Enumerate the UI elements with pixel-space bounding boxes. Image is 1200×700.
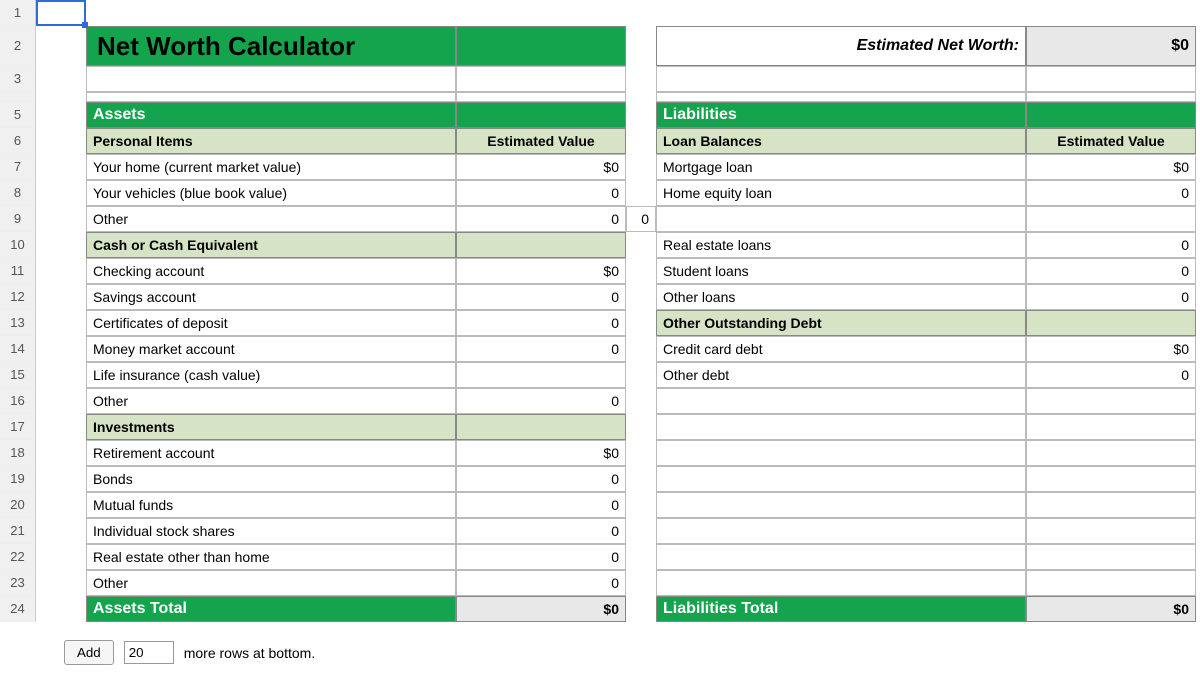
row-header[interactable]: 23	[0, 570, 36, 596]
asset-label[interactable]: Bonds	[86, 466, 456, 492]
row-header[interactable]: 18	[0, 440, 36, 466]
asset-value[interactable]: 0	[456, 388, 626, 414]
row-header[interactable]: 14	[0, 336, 36, 362]
asset-value[interactable]: 0	[456, 466, 626, 492]
row-header[interactable]: 12	[0, 284, 36, 310]
row-header[interactable]: 16	[0, 388, 36, 414]
asset-group-header: Cash or Cash Equivalent	[86, 232, 456, 258]
selected-cell[interactable]	[36, 0, 86, 26]
liab-value[interactable]: $0	[1026, 336, 1196, 362]
asset-value[interactable]: 0	[456, 284, 626, 310]
asset-value[interactable]	[456, 362, 626, 388]
row-header[interactable]: 10	[0, 232, 36, 258]
asset-value[interactable]: $0	[456, 440, 626, 466]
assets-total-label: Assets Total	[86, 596, 456, 622]
row-header[interactable]: 9	[0, 206, 36, 232]
row-header[interactable]	[0, 92, 36, 102]
row-header[interactable]: 17	[0, 414, 36, 440]
liab-label[interactable]: Mortgage loan	[656, 154, 1026, 180]
row-header[interactable]: 11	[0, 258, 36, 284]
row-header[interactable]: 20	[0, 492, 36, 518]
liab-label[interactable]: Home equity loan	[656, 180, 1026, 206]
asset-label[interactable]: Certificates of deposit	[86, 310, 456, 336]
liab-label[interactable]: Other debt	[656, 362, 1026, 388]
liab-value[interactable]: 0	[1026, 180, 1196, 206]
asset-label[interactable]: Checking account	[86, 258, 456, 284]
add-rows-suffix: more rows at bottom.	[184, 645, 316, 661]
asset-label[interactable]: Life insurance (cash value)	[86, 362, 456, 388]
value-col-header: Estimated Value	[456, 128, 626, 154]
row-header[interactable]: 15	[0, 362, 36, 388]
page-title: Net Worth Calculator	[86, 26, 456, 66]
liabilities-total-label: Liabilities Total	[656, 596, 1026, 622]
asset-label[interactable]: Money market account	[86, 336, 456, 362]
asset-value[interactable]: 0	[456, 310, 626, 336]
add-rows-count-input[interactable]	[124, 641, 174, 664]
liab-value[interactable]: 0	[1026, 258, 1196, 284]
asset-label[interactable]: Your vehicles (blue book value)	[86, 180, 456, 206]
value-col-header: Estimated Value	[1026, 128, 1196, 154]
asset-group-header: Personal Items	[86, 128, 456, 154]
asset-value[interactable]: 0	[456, 206, 626, 232]
row-header[interactable]: 7	[0, 154, 36, 180]
liabilities-total-value: $0	[1026, 596, 1196, 622]
asset-value[interactable]: $0	[456, 258, 626, 284]
row-header[interactable]: 8	[0, 180, 36, 206]
stray-cell[interactable]: 0	[626, 206, 656, 232]
asset-value[interactable]: 0	[456, 492, 626, 518]
liab-value[interactable]: 0	[1026, 284, 1196, 310]
liab-label[interactable]: Credit card debt	[656, 336, 1026, 362]
asset-label[interactable]: Retirement account	[86, 440, 456, 466]
liab-value[interactable]: $0	[1026, 154, 1196, 180]
row-header[interactable]: 3	[0, 66, 36, 92]
liab-label[interactable]: Other loans	[656, 284, 1026, 310]
liab-label[interactable]: Real estate loans	[656, 232, 1026, 258]
asset-label[interactable]: Real estate other than home	[86, 544, 456, 570]
liabilities-header: Liabilities	[656, 102, 1026, 128]
asset-label[interactable]: Other	[86, 570, 456, 596]
asset-value[interactable]: 0	[456, 544, 626, 570]
asset-label[interactable]: Savings account	[86, 284, 456, 310]
liab-label[interactable]	[656, 206, 1026, 232]
asset-label[interactable]: Mutual funds	[86, 492, 456, 518]
row-header[interactable]: 13	[0, 310, 36, 336]
row-header[interactable]: 21	[0, 518, 36, 544]
add-rows-footer: Add more rows at bottom.	[64, 640, 1200, 665]
row-header[interactable]: 5	[0, 102, 36, 128]
asset-label[interactable]: Your home (current market value)	[86, 154, 456, 180]
asset-value[interactable]: 0	[456, 518, 626, 544]
row-header[interactable]: 24	[0, 596, 36, 622]
spreadsheet-grid[interactable]: 1 2 Net Worth Calculator Estimated Net W…	[0, 0, 1200, 622]
networth-label: Estimated Net Worth:	[656, 26, 1026, 66]
asset-value[interactable]: 0	[456, 336, 626, 362]
asset-group-header: Investments	[86, 414, 456, 440]
row-header[interactable]: 19	[0, 466, 36, 492]
liab-value[interactable]: 0	[1026, 232, 1196, 258]
add-rows-button[interactable]: Add	[64, 640, 114, 665]
row-header[interactable]: 2	[0, 26, 36, 66]
row-header[interactable]: 1	[0, 0, 36, 26]
asset-value[interactable]: 0	[456, 180, 626, 206]
liab-group-header: Other Outstanding Debt	[656, 310, 1026, 336]
assets-header: Assets	[86, 102, 456, 128]
row-header[interactable]: 6	[0, 128, 36, 154]
networth-value: $0	[1026, 26, 1196, 66]
asset-value[interactable]: $0	[456, 154, 626, 180]
asset-value[interactable]: 0	[456, 570, 626, 596]
assets-total-value: $0	[456, 596, 626, 622]
liab-group-header: Loan Balances	[656, 128, 1026, 154]
asset-label[interactable]: Other	[86, 206, 456, 232]
liab-value[interactable]	[1026, 206, 1196, 232]
asset-label[interactable]: Individual stock shares	[86, 518, 456, 544]
row-header[interactable]: 22	[0, 544, 36, 570]
asset-label[interactable]: Other	[86, 388, 456, 414]
liab-value[interactable]: 0	[1026, 362, 1196, 388]
liab-label[interactable]: Student loans	[656, 258, 1026, 284]
